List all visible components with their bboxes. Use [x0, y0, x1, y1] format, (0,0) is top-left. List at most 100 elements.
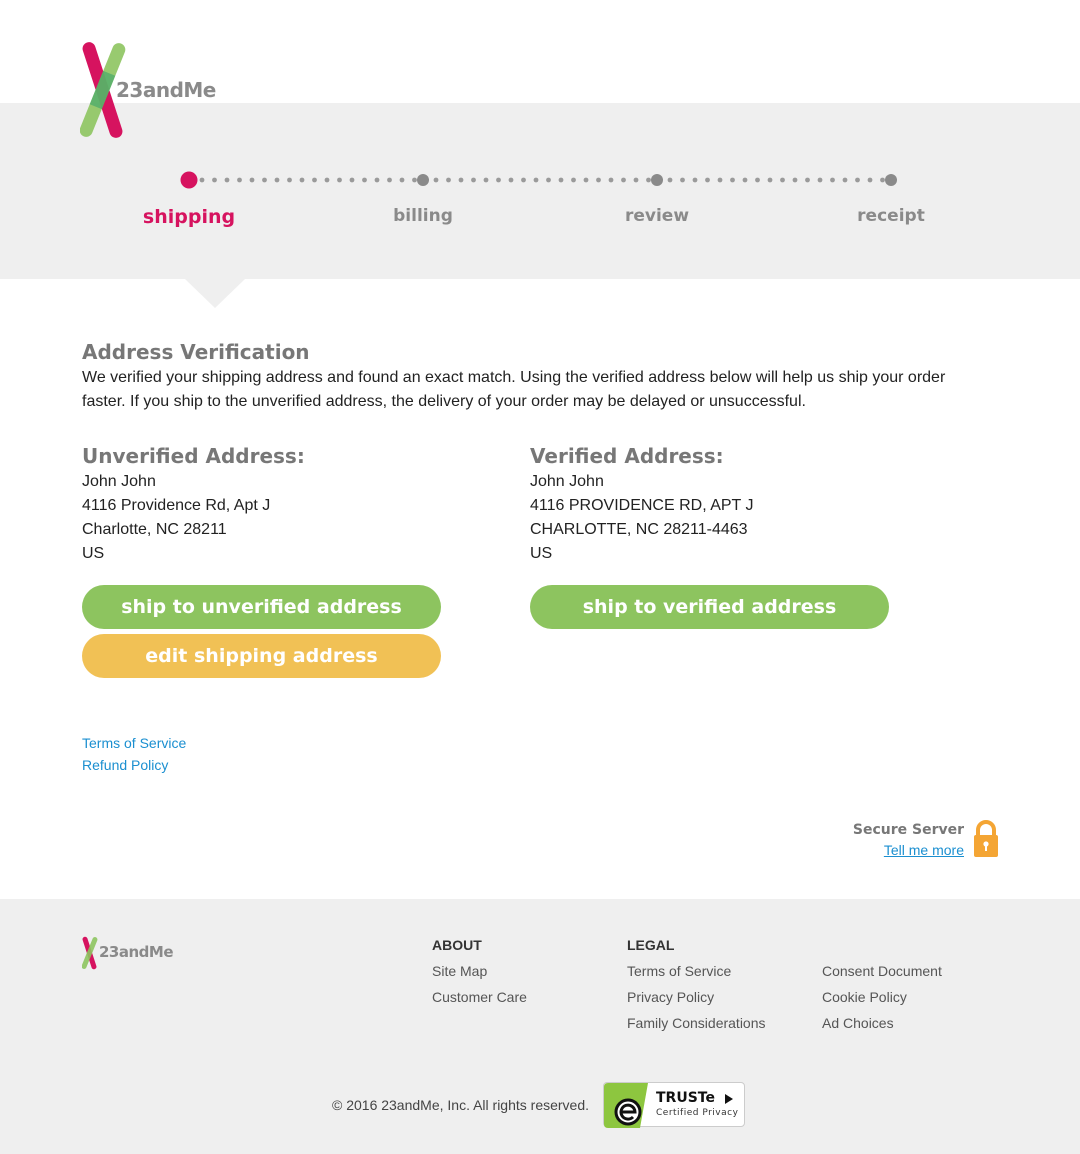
progress-dot — [546, 177, 551, 183]
truste-badge[interactable]: TRUSTe Certified Privacy — [603, 1082, 745, 1128]
page-title: Address Verification — [82, 340, 310, 364]
progress-dot — [496, 177, 501, 183]
footer-about-column: ABOUT Site Map Customer Care — [432, 936, 527, 1010]
progress-node-billing — [417, 174, 429, 186]
progress-dot — [433, 177, 439, 183]
footer-legal-heading: LEGAL — [627, 937, 675, 953]
progress-dot — [446, 177, 451, 183]
progress-dot — [312, 177, 317, 183]
progress-dot — [287, 177, 292, 183]
active-step-pointer — [185, 279, 245, 308]
site-footer: 23andMe ABOUT Site Map Customer Care LEG… — [0, 899, 1080, 1154]
progress-dot — [387, 177, 392, 183]
progress-dot — [705, 177, 710, 183]
address-line: John John — [82, 473, 156, 490]
address-line: 4116 Providence Rd, Apt J — [82, 497, 271, 514]
progress-dot — [521, 177, 526, 183]
verified-heading: Verified Address: — [530, 444, 724, 468]
verification-intro: We verified your shipping address and fo… — [82, 369, 946, 410]
unverified-address-block: Unverified Address: John John 4116 Provi… — [82, 444, 502, 566]
footer-ad-choices-link[interactable]: Ad Choices — [822, 1010, 942, 1036]
progress-dot — [667, 177, 673, 183]
progress-dot — [571, 177, 576, 183]
address-line: John John — [530, 473, 604, 490]
progress-dot — [349, 177, 355, 183]
progress-dot — [212, 177, 217, 183]
progress-dot — [880, 177, 885, 183]
ship-to-unverified-button[interactable]: ship to unverified address — [82, 585, 441, 629]
progress-dot — [274, 177, 280, 183]
footer-privacy-link[interactable]: Privacy Policy — [627, 984, 766, 1010]
progress-dot — [471, 177, 476, 183]
progress-dot — [249, 177, 255, 183]
policy-links: Terms of Service Refund Policy — [82, 732, 186, 776]
ship-to-verified-button[interactable]: ship to verified address — [530, 585, 889, 629]
progress-dot — [680, 177, 685, 183]
progress-dot — [299, 177, 305, 183]
progress-dot — [792, 177, 798, 183]
progress-dot — [608, 177, 614, 183]
site-map-link[interactable]: Site Map — [432, 958, 527, 984]
progress-dot — [767, 177, 773, 183]
unverified-heading: Unverified Address: — [82, 444, 305, 468]
footer-about-heading: ABOUT — [432, 937, 482, 953]
progress-dot — [237, 177, 242, 183]
progress-dot — [621, 177, 626, 183]
progress-dot — [805, 177, 810, 183]
address-line: US — [82, 545, 105, 562]
brand-name: 23andMe — [116, 78, 216, 102]
address-line: CHARLOTTE, NC 28211-4463 — [530, 521, 748, 538]
refund-policy-link[interactable]: Refund Policy — [82, 754, 186, 776]
progress-dot — [596, 177, 601, 183]
footer-consent-document-link[interactable]: Consent Document — [822, 958, 942, 984]
progress-dot — [374, 177, 380, 183]
customer-care-link[interactable]: Customer Care — [432, 984, 527, 1010]
progress-dot — [755, 177, 760, 183]
step-shipping: shipping — [142, 206, 236, 228]
edit-shipping-address-button[interactable]: edit shipping address — [82, 634, 441, 678]
progress-dot — [780, 177, 785, 183]
footer-terms-link[interactable]: Terms of Service — [627, 958, 766, 984]
progress-dot — [412, 177, 417, 183]
progress-dot — [646, 177, 651, 183]
secure-server-notice: Secure Server Tell me more — [853, 820, 964, 860]
progress-dot — [730, 177, 735, 183]
verified-address-block: Verified Address: John John 4116 PROVIDE… — [530, 444, 950, 566]
lock-icon — [974, 820, 998, 857]
secure-server-label: Secure Server — [852, 822, 964, 838]
progress-dot — [399, 177, 405, 183]
truste-seal-icon — [604, 1083, 648, 1128]
progress-dot — [508, 177, 514, 183]
terms-of-service-link[interactable]: Terms of Service — [82, 732, 186, 754]
progress-dot — [324, 177, 330, 183]
address-line: US — [530, 545, 553, 562]
play-arrow-icon — [725, 1094, 733, 1104]
step-billing: billing — [393, 206, 453, 226]
progress-dot — [199, 177, 205, 183]
tell-me-more-link[interactable]: Tell me more — [853, 840, 964, 860]
footer-brand-name: 23andMe — [99, 943, 174, 961]
copyright-text: © 2016 23andMe, Inc. All rights reserved… — [332, 1097, 590, 1113]
progress-dot — [533, 177, 539, 183]
truste-title: TRUSTe — [656, 1090, 715, 1106]
footer-family-considerations-link[interactable]: Family Considerations — [627, 1010, 766, 1036]
logo-mark-icon — [81, 936, 98, 970]
progress-dot — [224, 177, 230, 183]
progress-dot — [867, 177, 873, 183]
progress-dot — [458, 177, 464, 183]
progress-dot — [692, 177, 698, 183]
step-receipt: receipt — [857, 206, 925, 226]
progress-dot — [262, 177, 267, 183]
progress-node-review — [651, 174, 663, 186]
progress-dot — [633, 177, 639, 183]
progress-node-receipt — [885, 174, 897, 186]
footer-legal-column-2: Consent Document Cookie Policy Ad Choice… — [822, 936, 942, 1036]
progress-dot — [855, 177, 860, 183]
progress-dot — [558, 177, 564, 183]
footer-legal-column: LEGAL Terms of Service Privacy Policy Fa… — [627, 936, 766, 1036]
footer-logo[interactable]: 23andMe — [81, 936, 182, 970]
footer-cookie-policy-link[interactable]: Cookie Policy — [822, 984, 942, 1010]
step-review: review — [624, 206, 690, 226]
progress-dot — [362, 177, 367, 183]
brand-logo[interactable]: 23andMe — [79, 42, 230, 140]
